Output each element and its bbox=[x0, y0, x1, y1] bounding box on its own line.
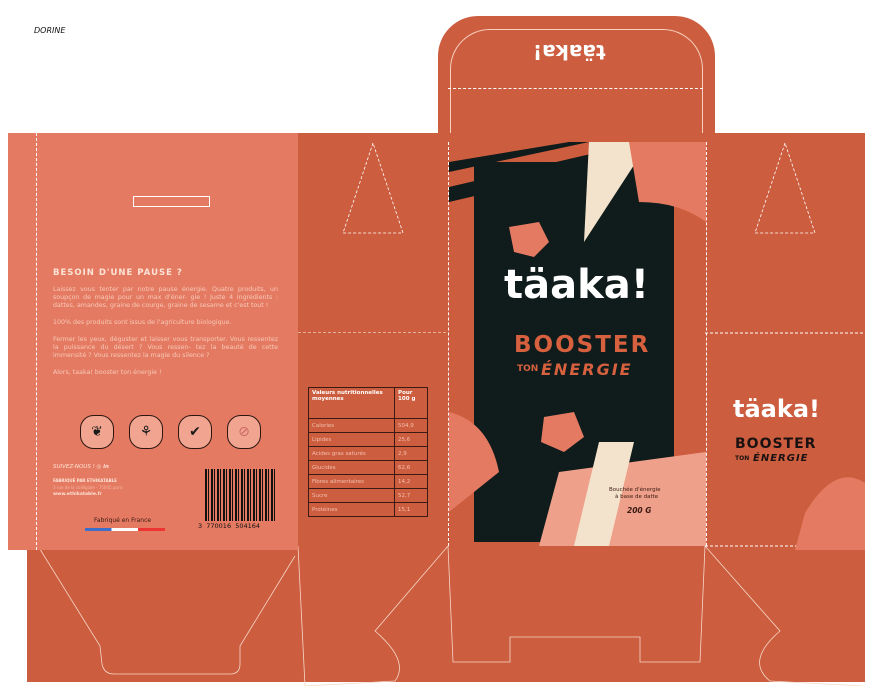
cell: Protéines bbox=[307, 502, 396, 517]
product-desc-1: Bouchée d'énergie bbox=[609, 487, 661, 493]
maker: FABRIQUÉ PAR ETHIKATABLE bbox=[53, 478, 117, 483]
linkedin-icon[interactable]: in bbox=[103, 464, 109, 470]
cell: 504,9 bbox=[394, 418, 428, 433]
ton-label: TON bbox=[517, 364, 539, 374]
barcode-number: 3 770016 504164 bbox=[198, 522, 261, 530]
side-ton: TON bbox=[735, 455, 750, 462]
cell: Fibres alimentaires bbox=[307, 474, 396, 489]
cell: Glucides bbox=[307, 460, 396, 475]
table-row: Calories 504,9 bbox=[307, 418, 428, 433]
cut-line bbox=[36, 133, 37, 550]
vegan-leaf-icon: ❦ bbox=[80, 415, 114, 449]
weight: 200 G bbox=[627, 506, 652, 515]
back-description: Laissez vous tenter par notre pause éner… bbox=[53, 286, 278, 386]
table-header: Valeurs nutritionnelles moyennes Pour 100… bbox=[307, 387, 428, 419]
wheat-icon: ⚘ bbox=[129, 415, 163, 449]
table-row: Sucre 52,7 bbox=[307, 488, 428, 503]
side-booster: BOOSTER bbox=[735, 436, 817, 452]
cell: 52,7 bbox=[394, 488, 428, 503]
table-row: Glucides 62,6 bbox=[307, 460, 428, 475]
side-artwork bbox=[705, 141, 865, 550]
cell: 15,1 bbox=[394, 502, 428, 517]
instagram-icon[interactable]: ◎ bbox=[97, 464, 102, 470]
bottom-cut-lines bbox=[37, 546, 863, 686]
cell: 2,9 bbox=[394, 446, 428, 461]
hang-slot bbox=[133, 196, 210, 207]
cell: Sucre bbox=[307, 488, 396, 503]
author-label: DORINE bbox=[34, 26, 66, 35]
side-panel-left: Valeurs nutritionnelles moyennes Pour 100… bbox=[298, 133, 448, 550]
fold-line bbox=[448, 88, 703, 89]
table-row: Lipides 25,6 bbox=[307, 432, 428, 447]
no-sugar-icon: ⊘ bbox=[227, 415, 261, 449]
nutrition-table: Valeurs nutritionnelles moyennes Pour 100… bbox=[307, 387, 428, 517]
follow-label: SUIVEZ-NOUS ! bbox=[53, 464, 95, 470]
fold-triangle bbox=[298, 141, 448, 333]
check-icon: ✔ bbox=[178, 415, 212, 449]
paragraph: 100% des produits sont issus de l'agricu… bbox=[53, 319, 232, 326]
made-in-france: Fabriqué en France bbox=[94, 517, 152, 524]
table-row: Acides gras saturés 2,9 bbox=[307, 446, 428, 461]
cell: Lipides bbox=[307, 432, 396, 447]
back-panel: BESOIN D'UNE PAUSE ? Laissez vous tenter… bbox=[8, 133, 298, 550]
barcode bbox=[205, 469, 277, 521]
header-cell: Pour 100 g bbox=[394, 387, 428, 419]
front-panel: täaka! BOOSTER TON ÉNERGIE Bouchée d'éne… bbox=[448, 142, 707, 546]
cell: 62,6 bbox=[394, 460, 428, 475]
header-cell: Valeurs nutritionnelles moyennes bbox=[307, 387, 396, 419]
brand-logo: täaka! bbox=[504, 262, 649, 308]
cell: 25,6 bbox=[394, 432, 428, 447]
follow-us: SUIVEZ-NOUS ! ◎ in bbox=[53, 464, 109, 470]
back-title: BESOIN D'UNE PAUSE ? bbox=[53, 268, 183, 278]
cell: Calories bbox=[307, 418, 396, 433]
address: 3 rue de la collégiale - 75005 paris bbox=[53, 485, 123, 490]
energie-title: ÉNERGIE bbox=[541, 360, 633, 379]
paragraph: Laissez vous tenter par notre pause éner… bbox=[53, 286, 278, 309]
french-flag bbox=[85, 528, 165, 531]
badges: ❦ ⚘ ✔ ⊘ bbox=[80, 415, 261, 449]
paragraph: Alors, taaka! booster ton énergie ! bbox=[53, 369, 162, 376]
side-energie: ÉNERGIE bbox=[753, 453, 809, 464]
cell: 14,2 bbox=[394, 474, 428, 489]
side-panel-right: täaka! BOOSTER TON ÉNERGIE bbox=[705, 133, 865, 550]
website: www.ethikatable.fr bbox=[53, 492, 102, 497]
table-row: Fibres alimentaires 14,2 bbox=[307, 474, 428, 489]
cell: Acides gras saturés bbox=[307, 446, 396, 461]
top-flap-logo: täaka! bbox=[533, 40, 606, 64]
booster-title: BOOSTER bbox=[514, 332, 651, 358]
paragraph: Fermer les yeux, déguster et laisser vou… bbox=[53, 336, 278, 359]
side-logo: täaka! bbox=[733, 395, 820, 423]
top-flap: täaka! bbox=[438, 16, 715, 170]
product-desc-2: à base de datte bbox=[615, 494, 659, 500]
table-row: Protéines 15,1 bbox=[307, 502, 428, 517]
